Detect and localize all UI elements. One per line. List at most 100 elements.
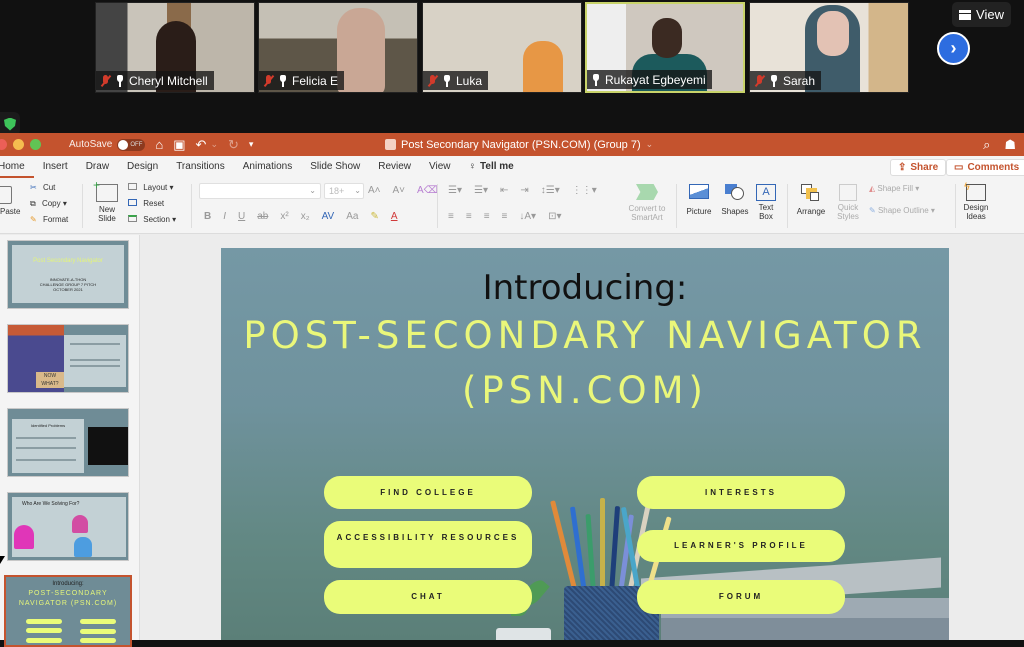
slide-thumbnail-3[interactable]: Identified Problems [7, 408, 129, 477]
slide-thumbnail-1[interactable]: Post Secondary Navigator INNOVATE-A-THON… [7, 240, 129, 309]
chat-button[interactable]: CHAT [324, 580, 532, 614]
new-slide-label-2: Slide [98, 214, 116, 224]
layout-button[interactable]: Layout ▾ [128, 183, 174, 192]
text-direction-icon[interactable]: ↓A▾ [519, 211, 536, 222]
tab-home[interactable]: Home [0, 156, 34, 178]
italic-icon[interactable]: I [223, 211, 226, 222]
participant-name: Cheryl Mitchell [129, 73, 208, 88]
align-left-icon[interactable]: ≡ [448, 211, 454, 222]
convert-to-smartart-button[interactable]: Convert to SmartArt [622, 184, 672, 222]
highlight-icon[interactable]: ✎ [370, 211, 378, 222]
slide-thumbnail-2[interactable]: NOW WHAT? [7, 324, 129, 393]
undo-dropdown-icon[interactable]: ⌄ [210, 139, 218, 150]
find-college-button[interactable]: FIND COLLEGE [324, 476, 532, 509]
bullets-icon[interactable]: ☰▾ [448, 185, 462, 196]
tab-animations[interactable]: Animations [234, 156, 301, 178]
tell-me-search[interactable]: ♀ Tell me [460, 156, 523, 178]
search-icon[interactable]: ⌕ [983, 137, 990, 153]
decrease-indent-icon[interactable]: ⇤ [500, 185, 508, 196]
slide-thumbnail-5-selected[interactable]: Introducing: POST-SECONDARY NAVIGATOR (P… [4, 575, 132, 647]
clear-formatting-icon[interactable]: A⌫ [417, 185, 438, 196]
format-painter-button[interactable]: ✎ Format [30, 215, 68, 224]
learners-profile-button[interactable]: LEARNER'S PROFILE [637, 530, 845, 562]
slide-subtitle[interactable]: (PSN.COM) [221, 369, 949, 412]
account-icon[interactable]: ☗ [1004, 137, 1016, 153]
thumbnail-title: Identified Problems [30, 423, 66, 428]
save-icon[interactable]: ▣ [173, 137, 185, 153]
pencil-image [600, 498, 605, 593]
tab-slide-show[interactable]: Slide Show [301, 156, 369, 178]
tab-view[interactable]: View [420, 156, 460, 178]
subscript-icon[interactable]: x₂ [301, 211, 310, 222]
cut-button[interactable]: ✂ Cut [30, 183, 55, 192]
align-right-icon[interactable]: ≡ [484, 211, 490, 222]
align-center-icon[interactable]: ≡ [466, 211, 472, 222]
view-button[interactable]: View [952, 2, 1011, 27]
justify-icon[interactable]: ≡ [502, 211, 508, 222]
paste-button[interactable]: Paste [0, 186, 20, 216]
undo-icon[interactable]: ↶ [196, 137, 207, 153]
participant-tile[interactable]: Luka [422, 2, 582, 93]
numbering-icon[interactable]: ☰▾ [474, 185, 488, 196]
font-color-icon[interactable]: A [391, 211, 398, 222]
slide-canvas[interactable]: Introducing: POST-SECONDARY NAVIGATOR (P… [221, 248, 949, 640]
strikethrough-icon[interactable]: ab [257, 211, 268, 222]
participant-tile[interactable]: Sarah [749, 2, 909, 93]
next-page-button[interactable]: › [937, 32, 970, 65]
comments-button[interactable]: ▭ Comments [946, 159, 1024, 176]
line-spacing-icon[interactable]: ↕☰▾ [541, 185, 560, 196]
font-size-dropdown[interactable]: 18+ ⌄ [324, 183, 364, 199]
tab-draw[interactable]: Draw [77, 156, 118, 178]
new-slide-button[interactable]: + New Slide [90, 178, 124, 224]
shape-fill-button[interactable]: ◭ Shape Fill ▾ [869, 184, 919, 193]
align-text-icon[interactable]: ⊡▾ [548, 211, 561, 222]
participant-tile[interactable]: Cheryl Mitchell [95, 2, 255, 93]
tab-transitions[interactable]: Transitions [167, 156, 234, 178]
design-ideas-button[interactable]: ϟ Design Ideas [961, 181, 991, 221]
increase-font-size-icon[interactable]: A˄ [368, 185, 381, 196]
quick-styles-button[interactable]: Quick Styles [834, 184, 862, 221]
home-icon[interactable]: ⌂ [155, 137, 163, 152]
slide-thumbnail-pane[interactable]: Post Secondary Navigator INNOVATE-A-THON… [0, 235, 140, 647]
maximize-window-button[interactable] [30, 139, 41, 150]
columns-icon[interactable]: ⋮⋮▾ [572, 185, 597, 196]
interests-button[interactable]: INTERESTS [637, 476, 845, 509]
text-line [70, 343, 120, 345]
character-spacing-icon[interactable]: AV [322, 211, 335, 222]
tab-design[interactable]: Design [118, 156, 167, 178]
forum-button[interactable]: FORUM [637, 580, 845, 614]
reset-button[interactable]: Reset [128, 199, 164, 208]
customize-toolbar-icon[interactable]: ▾ [249, 139, 254, 150]
decrease-font-size-icon[interactable]: A˅ [393, 185, 406, 196]
slide-thumbnail-4[interactable]: Who Are We Solving For? [7, 492, 129, 561]
copy-button[interactable]: ⧉ Copy ▾ [30, 199, 67, 208]
minimize-window-button[interactable] [13, 139, 24, 150]
editing-workspace: Post Secondary Navigator INNOVATE-A-THON… [0, 235, 1024, 647]
accessibility-resources-button[interactable]: ACCESSIBILITY RESOURCES [324, 521, 532, 568]
shapes-button[interactable]: Shapes [719, 184, 751, 216]
slide-title[interactable]: POST-SECONDARY NAVIGATOR [221, 314, 949, 357]
autosave-toggle[interactable]: OFF [117, 138, 146, 151]
section-button[interactable]: Section ▾ [128, 215, 176, 224]
shape-outline-button[interactable]: ✎ Shape Outline ▾ [869, 206, 935, 215]
font-name-dropdown[interactable]: ⌄ [199, 183, 321, 199]
text-box-button[interactable]: A Text Box [754, 184, 778, 221]
tab-insert[interactable]: Insert [34, 156, 77, 178]
slide-intro-text[interactable]: Introducing: [221, 268, 949, 308]
participant-tile-active-speaker[interactable]: Rukayat Egbeyemi [585, 2, 745, 93]
superscript-icon[interactable]: x² [280, 211, 288, 222]
close-window-button[interactable] [0, 139, 7, 150]
participant-tile[interactable]: Felicia E [258, 2, 418, 93]
title-dropdown-icon[interactable]: ⌄ [646, 139, 654, 150]
share-button[interactable]: ⇪ Share [890, 159, 947, 176]
underline-icon[interactable]: U [238, 211, 245, 222]
arrange-button[interactable]: Arrange [794, 184, 828, 216]
picture-button[interactable]: Picture [683, 184, 715, 216]
bold-icon[interactable]: B [204, 211, 211, 222]
participant-name: Sarah [783, 73, 816, 88]
scissors-icon: ✂ [30, 183, 37, 192]
tab-review[interactable]: Review [369, 156, 420, 178]
change-case-icon[interactable]: Aa [346, 211, 358, 222]
participant-name: Luka [456, 73, 483, 88]
increase-indent-icon[interactable]: ⇥ [520, 185, 528, 196]
